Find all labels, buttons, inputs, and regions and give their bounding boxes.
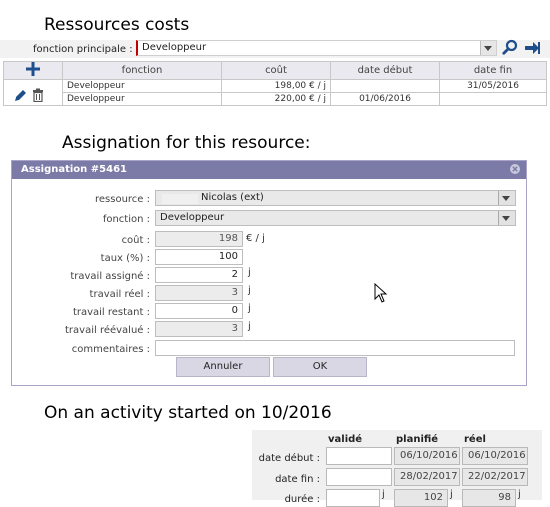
valide-duree-input[interactable]	[326, 489, 380, 507]
travail-reel-field: 3	[155, 285, 243, 301]
arrow-right-icon[interactable]	[524, 40, 540, 56]
travail-assigne-label: travail assigné :	[70, 271, 150, 282]
cout-label: coût :	[121, 235, 150, 246]
col-valide: validé	[328, 434, 363, 445]
cout-field: 198	[155, 231, 243, 247]
planifie-date-fin-value: 28/02/2017	[400, 471, 458, 482]
taux-input[interactable]: 100	[155, 249, 243, 265]
col-cout: coût	[221, 61, 331, 80]
cancel-button[interactable]: Annuler	[176, 357, 270, 377]
cell-date-debut: 01/06/2016	[330, 92, 440, 106]
ok-button[interactable]: OK	[273, 357, 367, 377]
travail-restant-value: 0	[231, 305, 238, 316]
chevron-down-icon[interactable]	[498, 211, 515, 225]
planifie-duree: 102	[394, 489, 448, 507]
cell-date-fin	[439, 92, 547, 106]
table-row: Developpeur 220,00 € / j 01/06/2016	[4, 92, 547, 106]
table-row: Developpeur 198,00 € / j 31/05/2016	[3, 79, 547, 106]
travail-reevalue-value: 3	[231, 323, 238, 334]
reel-date-debut-value: 06/10/2016	[468, 450, 526, 461]
fonction-principale-value: Developpeur	[142, 42, 207, 53]
trash-icon[interactable]	[31, 88, 45, 103]
plus-icon[interactable]	[26, 62, 40, 76]
reel-date-fin: 22/02/2017	[462, 468, 528, 486]
cost-table: fonction coût date début date fin Develo…	[3, 61, 547, 106]
travail-reevalue-label: travail réévalué :	[65, 325, 150, 336]
cell-fonction: Developpeur	[62, 79, 222, 93]
col-date-debut: date début	[330, 61, 440, 80]
cost-table-header: fonction coût date début date fin	[3, 61, 547, 80]
chevron-down-icon[interactable]	[480, 41, 496, 55]
edit-icon[interactable]	[14, 88, 28, 102]
row-actions	[3, 79, 63, 106]
col-reel: réel	[464, 434, 486, 445]
col-planifie: planifié	[396, 434, 439, 445]
cell-date-fin: 31/05/2016	[439, 79, 547, 93]
planifie-duree-value: 102	[423, 492, 443, 503]
date-debut-label: date début :	[258, 453, 320, 464]
fonction-principale-select[interactable]: Developpeur	[136, 40, 497, 56]
search-icon[interactable]	[502, 39, 518, 55]
cell-fonction: Developpeur	[62, 92, 222, 106]
taux-value: 100	[218, 251, 238, 262]
redacted-name	[162, 194, 198, 204]
ressource-label: ressource :	[94, 194, 150, 205]
reel-duree-value: 98	[498, 492, 511, 503]
travail-reel-unit: j	[248, 285, 251, 296]
travail-restant-label: travail restant :	[72, 307, 150, 318]
cell-date-debut	[330, 79, 440, 93]
valide-duree-unit: j	[382, 489, 385, 500]
travail-reevalue-unit: j	[248, 321, 251, 332]
col-date-fin: date fin	[439, 61, 547, 80]
fonction-select[interactable]: Developpeur	[155, 210, 516, 226]
fonction-principale-label: fonction principale :	[33, 44, 133, 55]
reel-duree: 98	[462, 489, 516, 507]
travail-reevalue-field: 3	[155, 321, 243, 337]
date-fin-label: date fin :	[275, 474, 320, 485]
reel-duree-unit: j	[518, 489, 521, 500]
valide-date-fin-input[interactable]	[326, 468, 392, 486]
travail-restant-unit: j	[248, 303, 251, 314]
planifie-date-debut-value: 06/10/2016	[400, 450, 458, 461]
travail-reel-value: 3	[231, 287, 238, 298]
travail-assigne-value: 2	[231, 269, 238, 280]
ressource-value: Nicolas (ext)	[201, 192, 264, 203]
reel-date-fin-value: 22/02/2017	[468, 471, 526, 482]
fonction-value: Developpeur	[160, 212, 225, 223]
commentaires-label: commentaires :	[71, 344, 150, 355]
dialog-title: Assignation #5461	[21, 164, 127, 175]
assignation-heading: Assignation for this resource:	[62, 133, 311, 153]
planifie-date-fin: 28/02/2017	[394, 468, 460, 486]
taux-label: taux (%) :	[100, 253, 150, 264]
chevron-down-icon[interactable]	[498, 191, 515, 205]
cout-unit: € / j	[246, 233, 265, 244]
add-cost-cell	[3, 61, 63, 80]
planifie-duree-unit: j	[450, 489, 453, 500]
cell-cout: 198,00 € / j	[221, 79, 331, 93]
travail-assigne-unit: j	[248, 267, 251, 278]
costs-heading: Ressources costs	[44, 15, 190, 35]
mouse-cursor-icon	[374, 283, 388, 303]
travail-assigne-input[interactable]: 2	[155, 267, 243, 283]
cout-value: 198	[218, 233, 238, 244]
activity-heading: On an activity started on 10/2016	[44, 403, 332, 423]
commentaires-input[interactable]	[155, 340, 515, 356]
fonction-label: fonction :	[102, 214, 150, 225]
travail-reel-label: travail réel :	[89, 289, 150, 300]
travail-restant-input[interactable]: 0	[155, 303, 243, 319]
cell-cout: 220,00 € / j	[221, 92, 331, 106]
planifie-date-debut: 06/10/2016	[394, 447, 460, 465]
valide-date-debut-input[interactable]	[326, 447, 392, 465]
close-icon[interactable]	[509, 163, 521, 175]
col-fonction: fonction	[62, 61, 222, 80]
ressource-select[interactable]: Nicolas (ext)	[155, 190, 516, 206]
reel-date-debut: 06/10/2016	[462, 447, 528, 465]
